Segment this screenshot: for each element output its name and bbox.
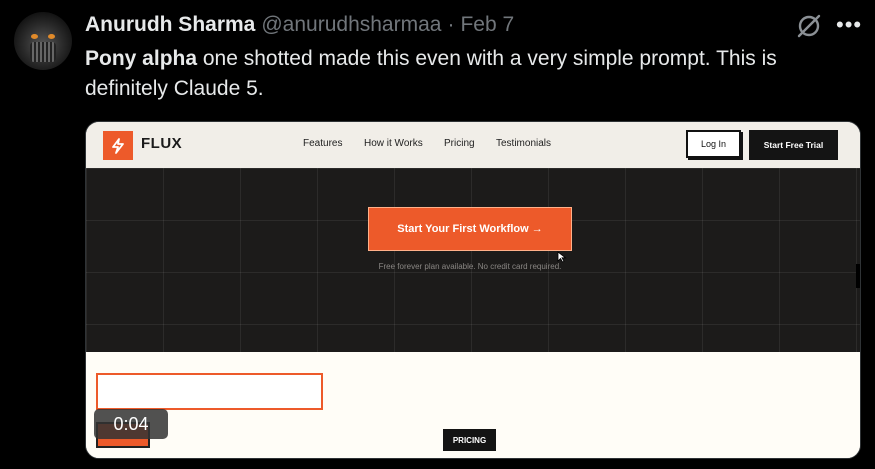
avatar-right-eye: [48, 34, 55, 39]
video-page-trial-button: Start Free Trial: [749, 130, 838, 160]
video-page-brand: FLUX: [141, 135, 183, 152]
video-player[interactable]: FLUX Features How it Works Pricing Testi…: [85, 121, 861, 459]
avatar[interactable]: [14, 12, 72, 70]
more-icon[interactable]: •••: [836, 14, 862, 36]
tweet-header: Anurudh Sharma @anurudhsharmaa · Feb 7: [85, 12, 514, 38]
avatar-mask: [30, 42, 56, 62]
nav-link-how-it-works: How it Works: [364, 138, 423, 149]
video-page-login-button: Log In: [686, 130, 741, 158]
video-page-pricing-tag: PRICING: [443, 429, 496, 451]
video-page-cta-note: Free forever plan available. No credit c…: [378, 262, 562, 271]
separator-dot: ·: [447, 13, 455, 36]
video-page-lower-section: PRICING: [86, 352, 860, 458]
tweet-date[interactable]: Feb 7: [460, 13, 514, 37]
nav-link-testimonials: Testimonials: [496, 138, 552, 149]
video-page-scrollbar: [856, 264, 860, 288]
video-timestamp: 0:04: [94, 409, 168, 439]
grok-icon[interactable]: [795, 12, 823, 40]
lightning-icon: [103, 131, 133, 160]
video-page-cta-button: Start Your First Workflow →: [368, 207, 572, 251]
avatar-left-eye: [31, 34, 38, 39]
video-page-navbar: FLUX Features How it Works Pricing Testi…: [86, 122, 860, 168]
tweet-text-bold: Pony alpha: [85, 47, 198, 70]
video-page-hero: Start Your First Workflow → Free forever…: [86, 168, 860, 352]
author-name[interactable]: Anurudh Sharma: [85, 13, 255, 37]
author-handle[interactable]: @anurudhsharmaa: [261, 13, 441, 37]
nav-link-pricing: Pricing: [444, 138, 475, 149]
tweet-text: Pony alpha one shotted made this even wi…: [85, 44, 855, 104]
cursor-icon: [557, 250, 567, 263]
video-page-input-box: [96, 373, 323, 410]
nav-link-features: Features: [303, 138, 343, 149]
